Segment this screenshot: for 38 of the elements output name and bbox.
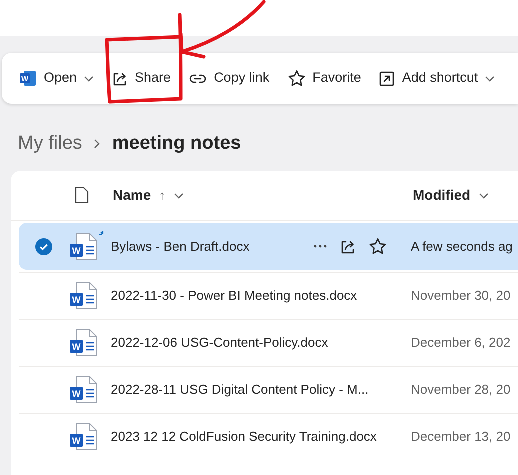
file-row[interactable]: W 2023 12 12 ColdFusion Security Training.docx December 13, 20 bbox=[19, 413, 518, 460]
file-row[interactable]: W Bylaws - Ben Draft.docx A few seconds ag bbox=[19, 223, 518, 270]
sort-indicator: ↑ bbox=[159, 186, 166, 205]
file-row[interactable]: W 2022-28-11 USG Digital Content Policy - M... November 28, 20 bbox=[19, 366, 518, 413]
toolbar-button[interactable]: Favorite bbox=[286, 62, 364, 96]
more-icon[interactable] bbox=[314, 245, 327, 248]
chevron-down-icon bbox=[84, 76, 94, 82]
file-name[interactable]: 2022-28-11 USG Digital Content Policy - M... bbox=[111, 380, 369, 400]
checkmark-icon[interactable] bbox=[35, 238, 53, 256]
file-name[interactable]: 2022-12-06 USG-Content-Policy.docx bbox=[111, 333, 328, 353]
chevron-down-icon bbox=[174, 192, 184, 198]
toolbar-button[interactable]: Add shortcut bbox=[377, 62, 498, 96]
modified-date: December 13, 20 bbox=[411, 428, 511, 446]
name-column-header[interactable]: Name ↑ bbox=[113, 185, 413, 206]
link-icon bbox=[189, 72, 208, 84]
chevron-right-icon bbox=[94, 139, 100, 149]
star-icon bbox=[369, 238, 387, 255]
modified-date: November 28, 20 bbox=[411, 381, 511, 400]
file-row[interactable]: W 2022-11-30 - Power BI Meeting notes.docx November 30, 20 bbox=[19, 272, 518, 319]
file-name[interactable]: 2022-11-30 - Power BI Meeting notes.docx bbox=[111, 286, 358, 306]
modified-date: November 30, 20 bbox=[411, 287, 511, 306]
file-name[interactable]: 2023 12 12 ColdFusion Security Training.docx bbox=[111, 427, 377, 447]
breadcrumb-link[interactable]: My files bbox=[18, 130, 82, 158]
modified-date: A few seconds ag bbox=[411, 238, 513, 256]
toolbar-button[interactable]: Copy link bbox=[187, 62, 272, 96]
modified-date: December 6, 202 bbox=[411, 334, 511, 352]
file-type-icon bbox=[75, 187, 89, 204]
breadcrumb-current: meeting notes bbox=[112, 132, 242, 156]
shortcut-icon bbox=[379, 70, 396, 86]
star-icon bbox=[288, 70, 306, 87]
file-name[interactable]: Bylaws - Ben Draft.docx bbox=[111, 236, 250, 256]
chevron-down-icon bbox=[485, 76, 496, 82]
file-row[interactable]: W 2022-12-06 USG-Content-Policy.docx December 6, 202 bbox=[19, 319, 518, 366]
chevron-down-icon bbox=[478, 192, 489, 198]
toolbar-button[interactable]: Share bbox=[110, 62, 174, 96]
share-icon bbox=[112, 70, 128, 86]
share-icon bbox=[340, 238, 356, 254]
modified-column-header[interactable]: Modified bbox=[413, 185, 489, 206]
